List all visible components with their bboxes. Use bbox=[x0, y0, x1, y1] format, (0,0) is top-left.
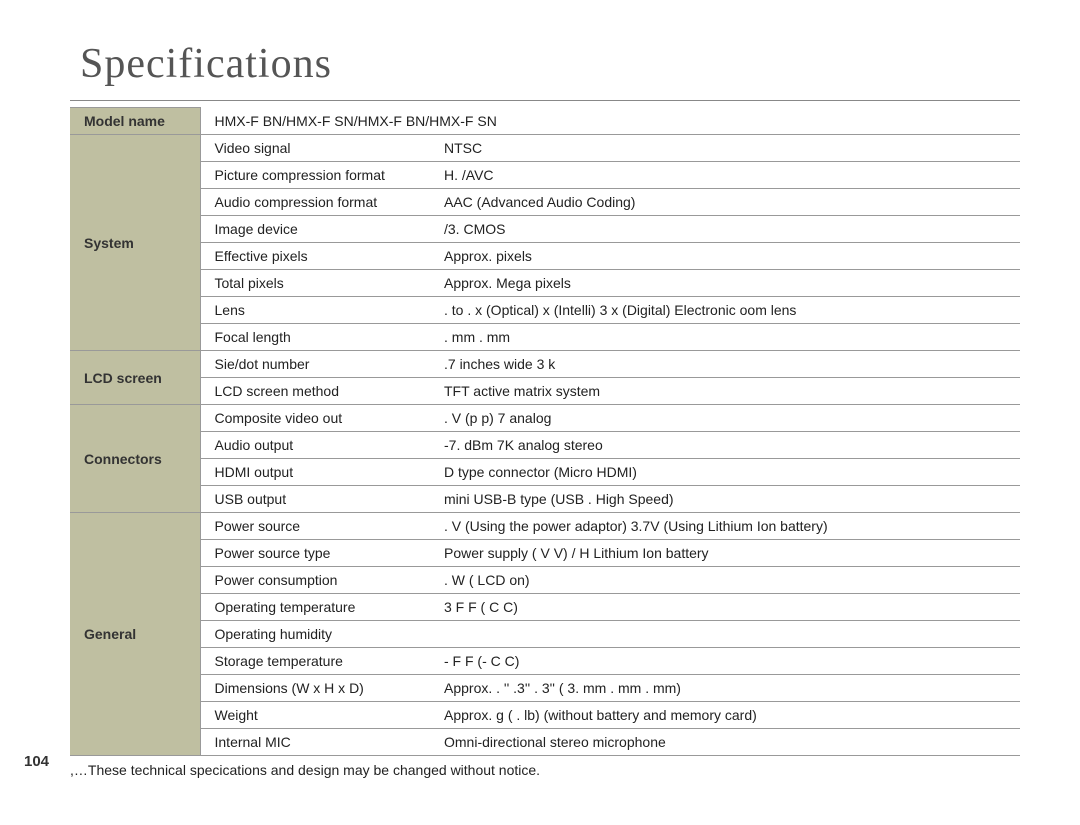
spec-label: Video signal bbox=[200, 135, 430, 162]
spec-label: Dimensions (W x H x D) bbox=[200, 675, 430, 702]
table-row: Dimensions (W x H x D) Approx. . '' .3''… bbox=[70, 675, 1020, 702]
category-connectors: Connectors bbox=[70, 405, 200, 513]
spec-value: .7 inches wide 3 k bbox=[430, 351, 1020, 378]
spec-label: Audio output bbox=[200, 432, 430, 459]
spec-value: . V (p p) 7 analog bbox=[430, 405, 1020, 432]
table-row: Total pixelsApprox. Mega pixels bbox=[70, 270, 1020, 297]
spec-value: - F F (- C C) bbox=[430, 648, 1020, 675]
table-row: LCD screen methodTFT active matrix syste… bbox=[70, 378, 1020, 405]
spec-label: Weight bbox=[200, 702, 430, 729]
spec-value: Omni-directional stereo microphone bbox=[430, 729, 1020, 756]
spec-label: Effective pixels bbox=[200, 243, 430, 270]
table-row: LCD screenSie/dot number .7 inches wide … bbox=[70, 351, 1020, 378]
spec-label: Focal length bbox=[200, 324, 430, 351]
spec-label: Storage temperature bbox=[200, 648, 430, 675]
table-row: SystemVideo signalNTSC bbox=[70, 135, 1020, 162]
table-row: Audio compression formatAAC (Advanced Au… bbox=[70, 189, 1020, 216]
spec-label: Audio compression format bbox=[200, 189, 430, 216]
spec-label: Power consumption bbox=[200, 567, 430, 594]
table-row-model: Model nameHMX-F BN/HMX-F SN/HMX-F BN/HMX… bbox=[70, 108, 1020, 135]
spec-label: Image device bbox=[200, 216, 430, 243]
spec-value: Approx. g ( . lb) (without battery and m… bbox=[430, 702, 1020, 729]
spec-value: /3. CMOS bbox=[430, 216, 1020, 243]
spec-value: 3 F F ( C C) bbox=[430, 594, 1020, 621]
table-row: Focal length . mm . mm bbox=[70, 324, 1020, 351]
spec-value: Approx. Mega pixels bbox=[430, 270, 1020, 297]
title-divider bbox=[70, 100, 1020, 101]
spec-label: Power source bbox=[200, 513, 430, 540]
table-row: Operating temperature 3 F F ( C C) bbox=[70, 594, 1020, 621]
table-row: HDMI outputD type connector (Micro HDMI) bbox=[70, 459, 1020, 486]
spec-value: TFT active matrix system bbox=[430, 378, 1020, 405]
spec-value: . V (Using the power adaptor) 3.7V (Usin… bbox=[430, 513, 1020, 540]
spec-label: Operating humidity bbox=[200, 621, 430, 648]
spec-label: Composite video out bbox=[200, 405, 430, 432]
spec-label: Picture compression format bbox=[200, 162, 430, 189]
spec-value: AAC (Advanced Audio Coding) bbox=[430, 189, 1020, 216]
category-general: General bbox=[70, 513, 200, 756]
spec-label: USB output bbox=[200, 486, 430, 513]
table-row: Storage temperature- F F (- C C) bbox=[70, 648, 1020, 675]
table-row: Effective pixelsApprox. pixels bbox=[70, 243, 1020, 270]
spec-value bbox=[430, 621, 1020, 648]
spec-value: . to . x (Optical) x (Intelli) 3 x (Digi… bbox=[430, 297, 1020, 324]
spec-value: Power supply ( V V) / H Lithium Ion batt… bbox=[430, 540, 1020, 567]
category-model-name: Model name bbox=[70, 108, 200, 135]
table-row: Internal MICOmni-directional stereo micr… bbox=[70, 729, 1020, 756]
table-row: Audio output-7. dBm 7K analog stereo bbox=[70, 432, 1020, 459]
spec-value: D type connector (Micro HDMI) bbox=[430, 459, 1020, 486]
spec-label: Lens bbox=[200, 297, 430, 324]
spec-label: Operating temperature bbox=[200, 594, 430, 621]
spec-value: . mm . mm bbox=[430, 324, 1020, 351]
category-lcd-screen: LCD screen bbox=[70, 351, 200, 405]
table-row: Lens. to . x (Optical) x (Intelli) 3 x (… bbox=[70, 297, 1020, 324]
spec-value: H. /AVC bbox=[430, 162, 1020, 189]
spec-value: NTSC bbox=[430, 135, 1020, 162]
spec-value: Approx. pixels bbox=[430, 243, 1020, 270]
page-title: Specifications bbox=[80, 40, 1020, 88]
table-row: Power source typePower supply ( V V) / H… bbox=[70, 540, 1020, 567]
spec-label: Internal MIC bbox=[200, 729, 430, 756]
table-row: Operating humidity bbox=[70, 621, 1020, 648]
spec-label: Sie/dot number bbox=[200, 351, 430, 378]
spec-label: LCD screen method bbox=[200, 378, 430, 405]
table-row: WeightApprox. g ( . lb) (without battery… bbox=[70, 702, 1020, 729]
table-row: ConnectorsComposite video out . V (p p) … bbox=[70, 405, 1020, 432]
model-name-value: HMX-F BN/HMX-F SN/HMX-F BN/HMX-F SN bbox=[200, 108, 1020, 135]
table-row: Power consumption . W ( LCD on) bbox=[70, 567, 1020, 594]
spec-label: HDMI output bbox=[200, 459, 430, 486]
spec-value: Approx. . '' .3'' . 3'' ( 3. mm . mm . m… bbox=[430, 675, 1020, 702]
table-row: GeneralPower source . V (Using the power… bbox=[70, 513, 1020, 540]
spec-value: . W ( LCD on) bbox=[430, 567, 1020, 594]
footnote-text: ,…These technical specications and desig… bbox=[70, 762, 1020, 778]
spec-label: Power source type bbox=[200, 540, 430, 567]
specifications-table: Model nameHMX-F BN/HMX-F SN/HMX-F BN/HMX… bbox=[70, 107, 1020, 756]
table-row: Picture compression formatH. /AVC bbox=[70, 162, 1020, 189]
spec-value: mini USB-B type (USB . High Speed) bbox=[430, 486, 1020, 513]
spec-label: Total pixels bbox=[200, 270, 430, 297]
table-row: USB outputmini USB-B type (USB . High Sp… bbox=[70, 486, 1020, 513]
category-system: System bbox=[70, 135, 200, 351]
table-row: Image device/3. CMOS bbox=[70, 216, 1020, 243]
spec-value: -7. dBm 7K analog stereo bbox=[430, 432, 1020, 459]
page-number: 104 bbox=[24, 753, 49, 770]
